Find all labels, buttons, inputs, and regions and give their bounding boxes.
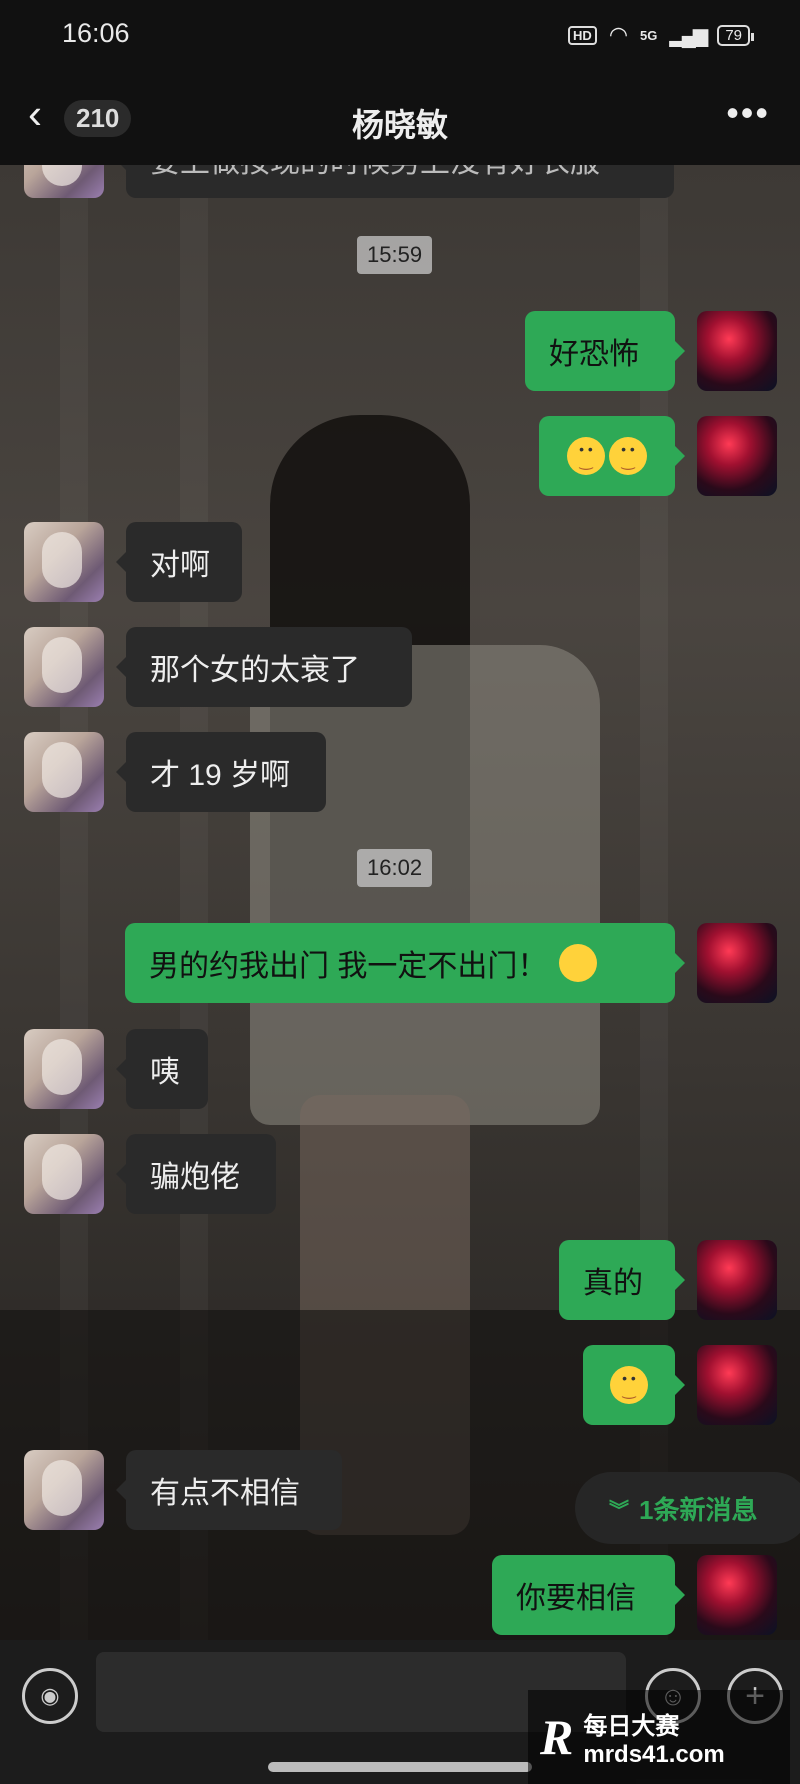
message-text: 有点不相信: [150, 1477, 300, 1510]
incoming-message[interactable]: 咦: [116, 1029, 208, 1109]
network-label: 5G: [640, 27, 658, 43]
message-text: 才 19 岁啊: [150, 759, 291, 792]
outgoing-emoji-message[interactable]: [539, 416, 685, 496]
my-avatar[interactable]: [697, 416, 777, 496]
double-chevron-down-icon: ︾: [609, 1499, 629, 1522]
message-text: 你要相信: [516, 1582, 636, 1615]
smile-emoji-icon: [567, 437, 605, 475]
chat-header-overlay: ‹ 210 杨晓敏 •••: [0, 70, 800, 165]
signal-icon: ▂▄▆: [669, 24, 708, 47]
my-avatar[interactable]: [697, 923, 777, 1003]
message-text: 好恐怖: [549, 338, 639, 371]
timestamp: 15:59: [357, 236, 433, 274]
contact-avatar[interactable]: [24, 1450, 104, 1530]
message-text: 咦: [150, 1056, 180, 1089]
smile-emoji-icon: [609, 437, 647, 475]
outgoing-emoji-message[interactable]: [583, 1345, 685, 1425]
battery-icon: 79: [717, 24, 754, 46]
contact-avatar[interactable]: [24, 522, 104, 602]
incoming-message[interactable]: 骗炮佬: [116, 1134, 276, 1214]
contact-avatar[interactable]: [24, 732, 104, 812]
watermark-url: mrds41.com: [583, 1740, 725, 1768]
message-text: 骗炮佬: [150, 1161, 240, 1194]
my-avatar[interactable]: [697, 1555, 777, 1635]
watermark: R 每日大赛 mrds41.com: [528, 1690, 790, 1784]
my-avatar[interactable]: [697, 1345, 777, 1425]
outgoing-message[interactable]: 好恐怖: [525, 311, 685, 391]
new-message-label: 1条新消息: [639, 1494, 758, 1525]
outgoing-message[interactable]: 你要相信: [492, 1555, 685, 1635]
status-bar: 16:06 HD ◠ 5G ▂▄▆ 79: [0, 0, 800, 70]
hd-icon: HD: [568, 25, 597, 45]
contact-avatar[interactable]: [24, 1029, 104, 1109]
watermark-brand: 每日大赛: [583, 1712, 680, 1740]
incoming-message[interactable]: 才 19 岁啊: [116, 732, 326, 812]
pleading-emoji-icon: [610, 1366, 648, 1404]
message-text: 对啊: [150, 549, 210, 582]
wifi-icon: ◠: [608, 22, 629, 47]
contact-avatar[interactable]: [24, 627, 104, 707]
message-text: 真的: [583, 1267, 643, 1300]
message-text: 那个女的太衰了: [150, 654, 360, 687]
chat-background: [0, 165, 800, 1640]
status-icons: HD ◠ 5G ▂▄▆ 79: [568, 22, 754, 48]
incoming-message[interactable]: 对啊: [116, 522, 242, 602]
watermark-text: 每日大赛 mrds41.com: [583, 1706, 724, 1769]
home-indicator[interactable]: [268, 1762, 532, 1772]
voice-icon[interactable]: ◉: [22, 1668, 78, 1724]
watermark-logo: R: [540, 1709, 574, 1765]
incoming-message[interactable]: 那个女的太衰了: [116, 627, 412, 707]
outgoing-message[interactable]: 男的约我出门 我一定不出门！: [125, 923, 685, 1003]
my-avatar[interactable]: [697, 311, 777, 391]
message-text: 男的约我出门 我一定不出门！: [149, 950, 548, 983]
timestamp: 16:02: [357, 849, 433, 887]
clock: 16:06: [62, 18, 130, 48]
outgoing-message[interactable]: 真的: [559, 1240, 685, 1320]
new-message-pill[interactable]: ︾ 1条新消息: [575, 1472, 800, 1544]
my-avatar[interactable]: [697, 1240, 777, 1320]
contact-name: 杨晓敏: [351, 107, 448, 143]
shush-emoji-icon: [559, 944, 598, 982]
more-dots-icon[interactable]: •••: [726, 92, 770, 134]
contact-avatar[interactable]: [24, 1134, 104, 1214]
incoming-message[interactable]: 有点不相信: [116, 1450, 342, 1530]
